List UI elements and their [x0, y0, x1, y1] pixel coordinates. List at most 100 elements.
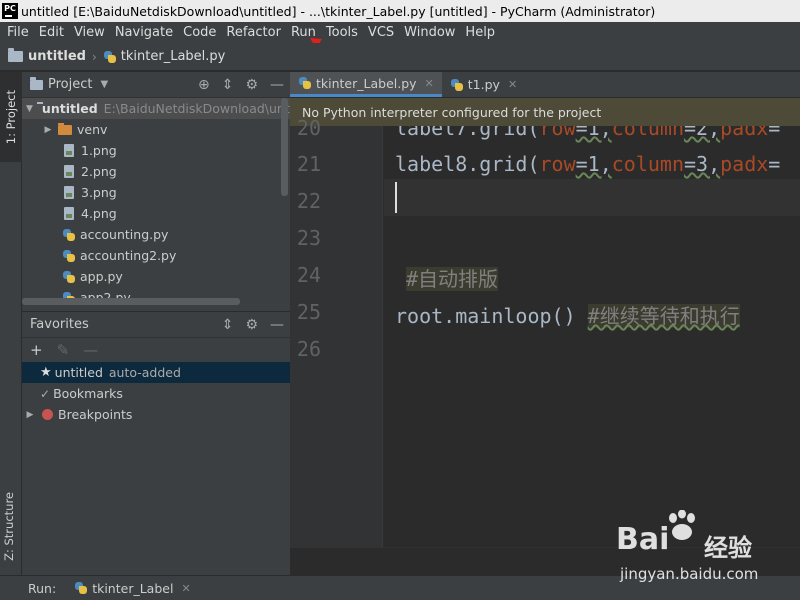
hide-panel-icon[interactable]: — [270, 77, 284, 93]
project-header-icons: ⊕ ⇕ ⚙ — [198, 77, 284, 93]
favorites-item-label: untitled [54, 365, 103, 380]
code-comment: #继续等待和执行 [587, 304, 740, 328]
collapse-all-icon[interactable]: ⇕ [222, 77, 234, 93]
line-number: 24 [296, 263, 321, 287]
tree-item-1-png[interactable]: 1.png [22, 140, 290, 161]
collapsed-arrow-icon[interactable]: ▶ [24, 410, 36, 420]
code-token: row [539, 152, 576, 176]
close-icon[interactable]: ✕ [508, 78, 517, 91]
menu-edit[interactable]: Edit [34, 25, 69, 40]
tree-item-label: 1.png [81, 143, 117, 158]
editor-bottom-area [290, 547, 800, 575]
tree-item-label: app.py [80, 269, 123, 284]
favorites-title: Favorites [30, 317, 89, 332]
tab-t1-py[interactable]: t1.py ✕ [442, 72, 525, 97]
python-file-icon [62, 270, 76, 284]
tab-tkinter-label-py[interactable]: tkinter_Label.py ✕ [290, 72, 442, 97]
line-number: 26 [296, 337, 321, 361]
favorites-item-bookmarks[interactable]: ✓ Bookmarks [22, 383, 290, 404]
window-title: untitled [E:\BaiduNetdiskDownload\untitl… [21, 3, 656, 19]
favorites-item-label: Bookmarks [53, 386, 123, 401]
line-number: 20 [296, 116, 321, 140]
favorites-panel: Favorites ⇕ ⚙ — + ✎ — ★ untitled auto-ad… [22, 311, 290, 575]
tree-item-label: accounting2.py [80, 248, 177, 263]
tree-item-4-png[interactable]: 4.png [22, 203, 290, 224]
menu-help[interactable]: Help [460, 25, 500, 40]
close-icon[interactable]: ✕ [425, 77, 434, 90]
run-tab-label: tkinter_Label [92, 580, 174, 596]
tree-item-app-py[interactable]: app.py [22, 266, 290, 287]
favorites-item-hint: auto-added [108, 365, 181, 380]
vertical-scrollbar[interactable] [281, 98, 288, 196]
project-view-selector[interactable]: Project [48, 77, 92, 92]
favorites-item-untitled[interactable]: ★ untitled auto-added [22, 362, 290, 383]
menu-vcs[interactable]: VCS [363, 25, 399, 40]
code-token: =1, [575, 126, 612, 140]
tree-item-2-png[interactable]: 2.png [22, 161, 290, 182]
tree-item-label: 3.png [81, 185, 117, 200]
code-token: row [539, 126, 576, 140]
tree-item-3-png[interactable]: 3.png [22, 182, 290, 203]
menu-window[interactable]: Window [399, 25, 460, 40]
tree-item-accounting-py[interactable]: accounting.py [22, 224, 290, 245]
edit-pencil-icon[interactable]: ✎ [57, 341, 70, 359]
code-line-20: label7.grid(row=1,column=2,padx= [395, 126, 780, 140]
star-icon: ★ [40, 365, 52, 380]
python-file-icon [298, 76, 312, 90]
favorites-item-breakpoints[interactable]: ▶ Breakpoints [22, 404, 290, 425]
code-comment: #自动排版 [406, 267, 499, 291]
tree-root-path: E:\BaiduNetdiskDownload\untitled [103, 101, 290, 116]
collapse-all-icon[interactable]: ⇕ [222, 317, 234, 333]
run-label: Run: [28, 580, 57, 596]
menu-file[interactable]: File [2, 25, 34, 40]
gear-icon[interactable]: ⚙ [245, 77, 258, 93]
close-icon[interactable]: ✕ [181, 582, 190, 595]
project-view-icon [30, 76, 43, 90]
line-number: 21 [296, 152, 321, 176]
menu-refactor[interactable]: Refactor [221, 25, 286, 40]
breadcrumb-file[interactable]: tkinter_Label.py [121, 49, 226, 64]
locate-target-icon[interactable]: ⊕ [198, 77, 210, 93]
chevron-down-icon[interactable]: ▼ [100, 79, 108, 90]
breadcrumb-project[interactable]: untitled [28, 49, 86, 64]
logo-text: PC [4, 4, 16, 13]
code-editor[interactable]: label7.grid(row=1,column=2,padx= label8.… [384, 126, 800, 547]
code-token: label7.grid( [395, 126, 540, 140]
folder-icon [58, 122, 72, 135]
menu-view[interactable]: View [69, 25, 110, 40]
project-panel: Project ▼ ⊕ ⇕ ⚙ — ▼ untitled E:\BaiduNet… [22, 72, 290, 312]
image-file-icon [64, 186, 74, 199]
tool-tab-structure[interactable]: Z: Structure [2, 492, 16, 561]
code-token: root.mainloop() [395, 304, 588, 328]
tree-item-label: 2.png [81, 164, 117, 179]
add-icon[interactable]: + [30, 341, 43, 359]
folder-icon [8, 48, 23, 62]
menu-code[interactable]: Code [178, 25, 221, 40]
interpreter-warning-banner[interactable]: No Python interpreter configured for the… [290, 98, 800, 126]
gear-icon[interactable]: ⚙ [245, 317, 258, 333]
python-file-icon [103, 50, 117, 64]
tree-item-label: 4.png [81, 206, 117, 221]
code-token: =3, [684, 152, 721, 176]
text-caret [395, 182, 397, 213]
project-tree: ▼ untitled E:\BaiduNetdiskDownload\untit… [22, 98, 290, 308]
code-token: label8.grid( [395, 152, 540, 176]
bookmark-check-icon: ✓ [40, 386, 51, 401]
code-token: column [611, 126, 684, 140]
tool-tab-project[interactable]: 1: Project [0, 72, 22, 162]
hide-panel-icon[interactable]: — [270, 317, 284, 333]
tree-root-row[interactable]: ▼ untitled E:\BaiduNetdiskDownload\untit… [22, 98, 290, 119]
line-number: 22 [296, 189, 321, 213]
horizontal-scrollbar[interactable] [22, 298, 240, 305]
remove-icon[interactable]: — [83, 341, 98, 359]
tree-item-venv[interactable]: ▶ venv [22, 119, 290, 140]
tree-item-accounting2-py[interactable]: accounting2.py [22, 245, 290, 266]
run-tab-tkinter-label[interactable]: tkinter_Label ✕ [74, 580, 191, 596]
image-file-icon [64, 165, 74, 178]
code-token: = [768, 152, 781, 176]
project-panel-header: Project ▼ ⊕ ⇕ ⚙ — [22, 72, 290, 98]
menu-navigate[interactable]: Navigate [110, 25, 178, 40]
left-tool-stripe: 1: Project Z: Structure [0, 72, 22, 575]
expand-arrow-icon[interactable]: ▼ [26, 104, 33, 114]
collapsed-arrow-icon[interactable]: ▶ [42, 125, 54, 135]
